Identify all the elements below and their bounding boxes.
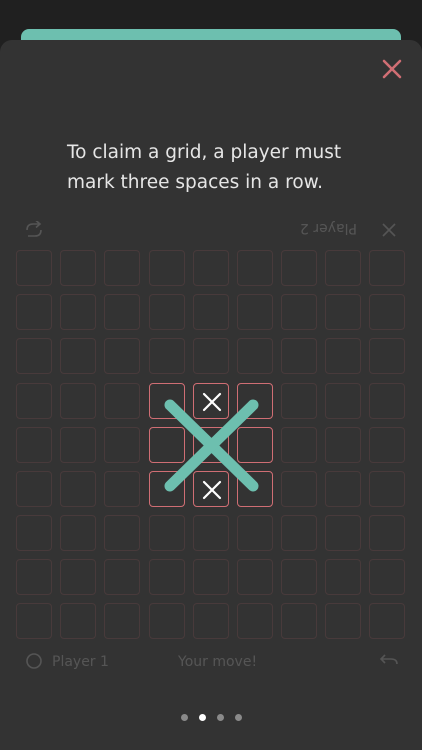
board-cell[interactable] xyxy=(325,294,361,330)
board-cell[interactable] xyxy=(192,515,229,551)
board-cell[interactable] xyxy=(16,250,52,286)
board-cell[interactable] xyxy=(60,603,96,639)
board-cell[interactable] xyxy=(281,383,317,419)
turn-status: Your move! xyxy=(178,654,258,670)
board-cell[interactable] xyxy=(369,427,405,463)
board-cell[interactable] xyxy=(148,427,185,463)
board-cell[interactable] xyxy=(148,471,185,507)
x-mark-icon xyxy=(202,436,221,456)
board-cell[interactable] xyxy=(60,427,96,463)
tutorial-text: To claim a grid, a player must mark thre… xyxy=(67,142,342,193)
board-cell[interactable] xyxy=(369,515,405,551)
board-cell[interactable] xyxy=(16,383,52,419)
board-cell[interactable] xyxy=(104,603,140,639)
board-cell[interactable] xyxy=(325,471,361,507)
board-cell[interactable] xyxy=(236,427,273,463)
board-cell[interactable] xyxy=(236,338,273,374)
board-cell[interactable] xyxy=(16,338,52,374)
board-cell[interactable] xyxy=(104,294,140,330)
board-cell[interactable] xyxy=(148,338,185,374)
x-mark-icon xyxy=(202,392,221,412)
board-cell[interactable] xyxy=(148,515,185,551)
board-cell[interactable] xyxy=(192,559,229,595)
board-cell[interactable] xyxy=(104,427,140,463)
board-cell[interactable] xyxy=(192,471,229,507)
x-player-icon xyxy=(382,223,396,237)
board-cell[interactable] xyxy=(236,471,273,507)
board-cell[interactable] xyxy=(281,427,317,463)
board-cell[interactable] xyxy=(281,515,317,551)
board-cell[interactable] xyxy=(16,427,52,463)
board-cell[interactable] xyxy=(192,383,229,419)
page-dot[interactable] xyxy=(180,714,188,721)
board-cell[interactable] xyxy=(60,559,96,595)
board-cell[interactable] xyxy=(192,603,229,639)
board-cell[interactable] xyxy=(369,294,405,330)
board-cell[interactable] xyxy=(192,338,229,374)
page-dot[interactable] xyxy=(198,714,206,721)
board-cell[interactable] xyxy=(104,338,140,374)
board-cell[interactable] xyxy=(148,603,185,639)
board-cell[interactable] xyxy=(325,383,361,419)
board-cell[interactable] xyxy=(16,515,52,551)
board-cell[interactable] xyxy=(281,250,317,286)
page-dot[interactable] xyxy=(234,714,242,721)
circle-player-icon xyxy=(26,653,42,669)
board-cell[interactable] xyxy=(369,559,405,595)
swap-arrow-icon xyxy=(26,221,42,237)
board-cell[interactable] xyxy=(369,471,405,507)
board-cell[interactable] xyxy=(16,471,52,507)
board-cell[interactable] xyxy=(104,250,140,286)
player2-label: Player 2 xyxy=(300,220,357,236)
board-cell[interactable] xyxy=(148,294,185,330)
board-cell[interactable] xyxy=(60,471,96,507)
board-cell[interactable] xyxy=(60,338,96,374)
board-cell[interactable] xyxy=(104,471,140,507)
board-cell[interactable] xyxy=(236,559,273,595)
board-cell[interactable] xyxy=(236,515,273,551)
board-cell[interactable] xyxy=(369,383,405,419)
board-cell[interactable] xyxy=(236,603,273,639)
board-cell[interactable] xyxy=(325,559,361,595)
board-cell[interactable] xyxy=(148,559,185,595)
page-dot[interactable] xyxy=(216,714,224,721)
board-cell[interactable] xyxy=(104,515,140,551)
board-cell[interactable] xyxy=(325,250,361,286)
close-icon xyxy=(382,59,402,79)
board-cell[interactable] xyxy=(192,427,229,463)
board-cell[interactable] xyxy=(104,559,140,595)
board-cell[interactable] xyxy=(281,294,317,330)
board-cell[interactable] xyxy=(236,383,273,419)
board-cell[interactable] xyxy=(369,603,405,639)
undo-icon[interactable] xyxy=(379,651,399,669)
board-cell[interactable] xyxy=(104,383,140,419)
board-cell[interactable] xyxy=(60,250,96,286)
board-cell[interactable] xyxy=(281,338,317,374)
board-cell[interactable] xyxy=(369,338,405,374)
close-button[interactable] xyxy=(378,55,406,83)
board-cell[interactable] xyxy=(325,515,361,551)
player1-label: Player 1 xyxy=(52,654,109,670)
board-cell[interactable] xyxy=(16,294,52,330)
board-cell[interactable] xyxy=(325,603,361,639)
board-cell[interactable] xyxy=(325,338,361,374)
board-cell[interactable] xyxy=(281,471,317,507)
board-cell[interactable] xyxy=(60,383,96,419)
board-cell[interactable] xyxy=(236,294,273,330)
board-cell[interactable] xyxy=(16,559,52,595)
board-cell[interactable] xyxy=(325,427,361,463)
board-cell[interactable] xyxy=(192,294,229,330)
board-cell[interactable] xyxy=(148,250,185,286)
board-cell[interactable] xyxy=(148,383,185,419)
board-cell[interactable] xyxy=(236,250,273,286)
x-mark-icon xyxy=(202,480,221,500)
board-cell[interactable] xyxy=(192,250,229,286)
board-cell[interactable] xyxy=(369,250,405,286)
board-cell[interactable] xyxy=(60,294,96,330)
board-cell[interactable] xyxy=(281,603,317,639)
board-cell[interactable] xyxy=(60,515,96,551)
page-indicator xyxy=(0,714,422,721)
board-cell[interactable] xyxy=(16,603,52,639)
board-cell[interactable] xyxy=(281,559,317,595)
